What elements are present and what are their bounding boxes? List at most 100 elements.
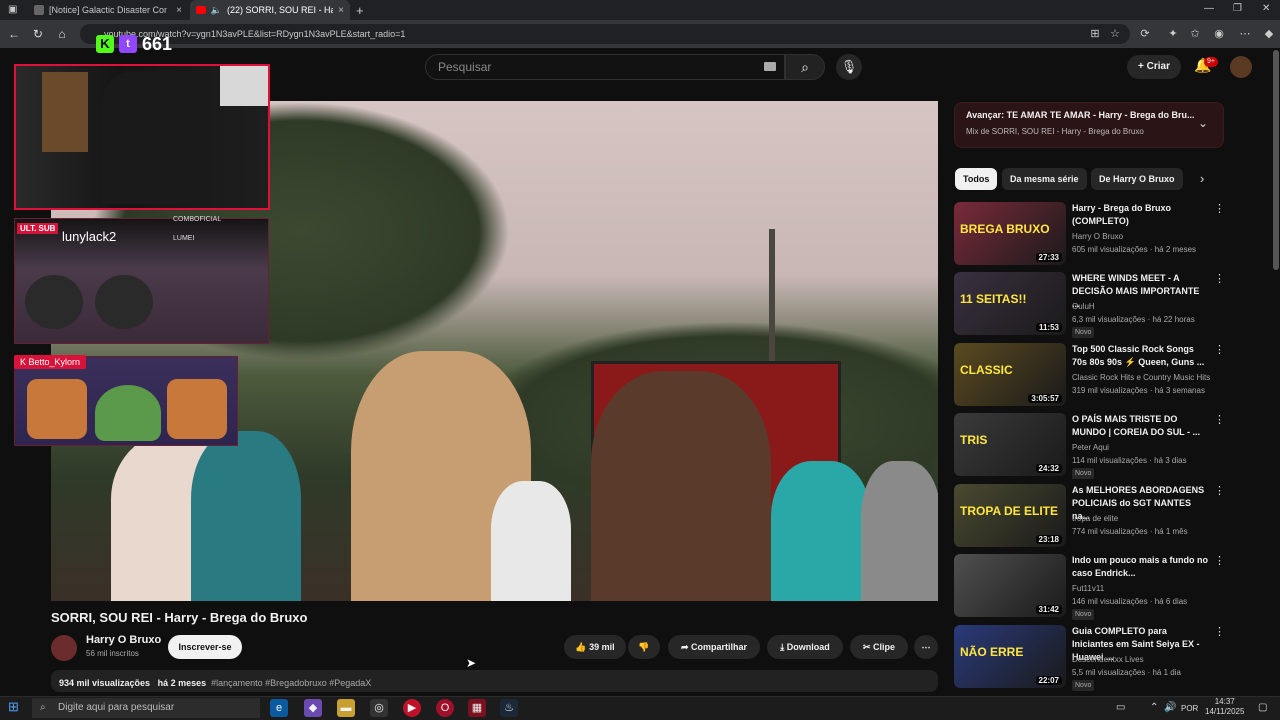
recommended-video[interactable]: 31:42 Indo um pouco mais a fundo no caso … — [954, 554, 1225, 620]
recommended-video[interactable]: 11 SEITAS!! 11:53 WHERE WINDS MEET - A DEC… — [954, 272, 1225, 338]
home-icon[interactable]: ⌂ — [54, 26, 70, 42]
keyboard-icon[interactable] — [764, 62, 776, 71]
hashtags[interactable]: #lançamento #Bregadobruxo #PegadaX — [211, 678, 371, 688]
channel-name[interactable]: Peter Aqui — [1072, 443, 1109, 452]
app-icon[interactable]: ▦ — [468, 699, 486, 717]
create-button[interactable]: + Criar — [1127, 55, 1181, 79]
url-field[interactable]: youtube.com/watch?v=ygn1N3avPLE&list=RDy… — [80, 24, 1130, 44]
dislike-button[interactable]: 👎 — [628, 635, 660, 659]
copilot-app-icon[interactable]: ◆ — [304, 699, 322, 717]
close-window-button[interactable]: ✕ — [1262, 3, 1270, 14]
video-thumbnail[interactable]: CLASSIC 3:05:57 — [954, 343, 1066, 406]
channel-avatar[interactable] — [51, 635, 77, 661]
chip-same-series[interactable]: Da mesma série — [1002, 168, 1087, 190]
channel-name[interactable]: OuluH — [1072, 302, 1095, 311]
edge-icon[interactable]: e — [270, 699, 288, 717]
recommended-video[interactable]: TROPA DE ELITE 23:18 As MELHORES ABORDAGEN… — [954, 484, 1225, 548]
video-thumbnail[interactable]: 11 SEITAS!! 11:53 — [954, 272, 1066, 335]
microphone-icon[interactable]: 🎙 — [836, 54, 862, 80]
file-explorer-icon[interactable]: ▬ — [337, 699, 355, 717]
extension-icon[interactable]: ✦ — [1166, 27, 1180, 41]
refresh-extension-icon[interactable]: ⟳ — [1138, 27, 1152, 41]
media-player-icon[interactable]: ▶ — [403, 699, 421, 717]
recommended-video[interactable]: CLASSIC 3:05:57 Top 500 Classic Rock Songs… — [954, 343, 1225, 407]
video-thumbnail[interactable]: TRIS 24:32 — [954, 413, 1066, 476]
recommended-video[interactable]: BREGA BRUXO 27:33 Harry - Brega do Bruxo (… — [954, 202, 1225, 266]
profile-icon[interactable]: ◉ — [1212, 27, 1226, 41]
tray-expand-icon[interactable]: ⌃ — [1150, 702, 1158, 713]
tab-notice[interactable]: [Notice] Galactic Disaster Conte × — [28, 0, 188, 20]
mouse-cursor-icon: ➤ — [466, 656, 477, 670]
recommended-video[interactable]: TRIS 24:32 O PAÍS MAIS TRISTE DO MUNDO | C… — [954, 413, 1225, 479]
download-button[interactable]: ⤓ Download — [767, 635, 843, 659]
channel-name[interactable]: Descendentxx Lives — [1072, 655, 1144, 664]
thumbnail-text: BREGA BRUXO — [960, 222, 1050, 236]
opera-icon[interactable]: O — [436, 699, 454, 717]
like-button[interactable]: 👍 39 mil — [564, 635, 626, 659]
more-options-icon[interactable]: ⋮ — [1214, 272, 1225, 285]
more-menu-icon[interactable]: ⋯ — [1238, 27, 1252, 41]
more-options-icon[interactable]: ⋮ — [1214, 202, 1225, 215]
favorite-star-icon[interactable]: ☆ — [1108, 27, 1122, 41]
more-options-icon[interactable]: ⋮ — [1214, 554, 1225, 567]
favorites-icon[interactable]: ✩ — [1188, 27, 1202, 41]
minimize-button[interactable]: — — [1204, 3, 1214, 14]
reload-icon[interactable]: ↻ — [30, 26, 46, 42]
more-options-icon[interactable]: ⋮ — [1214, 343, 1225, 356]
tab-youtube[interactable]: 🔈 (22) SORRI, SOU REI - Harry × — [190, 0, 350, 20]
video-thumbnail[interactable]: 31:42 — [954, 554, 1066, 617]
video-thumbnail[interactable]: TROPA DE ELITE 23:18 — [954, 484, 1066, 547]
account-avatar[interactable] — [1230, 56, 1252, 78]
more-options-icon[interactable]: ⋮ — [1214, 413, 1225, 426]
clock[interactable]: 14:37 14/11/2025 — [1205, 697, 1244, 717]
speaker-icon[interactable]: 🔈 — [211, 5, 222, 16]
back-icon[interactable]: ← — [6, 26, 22, 42]
close-tab-icon[interactable]: × — [176, 5, 182, 16]
video-title[interactable]: Harry - Brega do Bruxo (COMPLETO) — [1072, 202, 1208, 228]
channel-name[interactable]: Harry O Bruxo — [86, 634, 161, 646]
playlist-next[interactable]: Avançar: TE AMAR TE AMAR - Harry - Brega… — [966, 110, 1196, 120]
windows-start-icon[interactable]: ⊞ — [8, 700, 22, 714]
video-thumbnail[interactable]: NÃO ERRE 22:07 — [954, 625, 1066, 688]
maximize-button[interactable]: ❐ — [1233, 3, 1242, 14]
clip-button[interactable]: ✂ Clipe — [850, 635, 908, 659]
share-button[interactable]: ➦ Compartilhar — [668, 635, 760, 659]
channel-name[interactable]: Harry O Bruxo — [1072, 232, 1123, 241]
copilot-icon[interactable]: ◆ — [1262, 27, 1276, 41]
channel-name[interactable]: Fut11v11 — [1072, 584, 1104, 593]
thumbs-down-icon: 👎 — [638, 642, 650, 652]
apps-icon[interactable]: ⊞ — [1088, 27, 1102, 41]
notifications-icon[interactable]: ▢ — [1258, 702, 1267, 713]
steam-icon[interactable]: ♨ — [500, 699, 518, 717]
tray-icon[interactable]: ▭ — [1116, 702, 1125, 713]
video-title[interactable]: Top 500 Classic Rock Songs 70s 80s 90s ⚡… — [1072, 343, 1208, 369]
new-badge: Novo — [1072, 468, 1095, 479]
chip-todos[interactable]: Todos — [955, 168, 998, 190]
recommended-video[interactable]: NÃO ERRE 22:07 Guia COMPLETO para Iniciant… — [954, 625, 1225, 691]
chip-channel[interactable]: De Harry O Bruxo — [1091, 168, 1183, 190]
window-menu-icon[interactable]: ▣ — [8, 4, 17, 15]
scrollbar[interactable] — [1273, 50, 1279, 270]
more-options-icon[interactable]: ⋮ — [1214, 625, 1225, 638]
search-input[interactable]: Pesquisar — [425, 54, 785, 80]
language-indicator[interactable]: POR — [1181, 704, 1198, 713]
alert-tag: LUMEI — [173, 235, 195, 242]
taskbar-search-input[interactable]: Digite aqui para pesquisar — [32, 698, 260, 718]
video-title[interactable]: Indo um pouco mais a fundo no caso Endri… — [1072, 554, 1208, 580]
channel-name[interactable]: tropa de elite — [1072, 514, 1118, 523]
search-button[interactable]: ⌕ — [785, 54, 825, 80]
description-box[interactable]: 934 mil visualizações há 2 meses #lançam… — [51, 670, 938, 692]
obs-icon[interactable]: ◎ — [370, 699, 388, 717]
chevron-down-icon[interactable]: ⌄ — [1198, 116, 1208, 130]
more-options-icon[interactable]: ⋮ — [1214, 484, 1225, 497]
video-title[interactable]: O PAÍS MAIS TRISTE DO MUNDO | COREIA DO … — [1072, 413, 1208, 439]
mix-playlist-panel[interactable] — [954, 102, 1224, 148]
subscribe-button[interactable]: Inscrever-se — [168, 635, 242, 659]
new-tab-button[interactable]: + — [356, 3, 364, 18]
speaker-icon[interactable]: 🔊 — [1164, 702, 1176, 713]
more-actions-icon[interactable]: ⋯ — [914, 635, 938, 659]
close-tab-icon[interactable]: × — [338, 5, 344, 16]
channel-name[interactable]: Classic Rock Hits e Country Music Hits — [1072, 373, 1210, 382]
video-thumbnail[interactable]: BREGA BRUXO 27:33 — [954, 202, 1066, 265]
chevron-right-icon[interactable]: › — [1200, 171, 1204, 186]
